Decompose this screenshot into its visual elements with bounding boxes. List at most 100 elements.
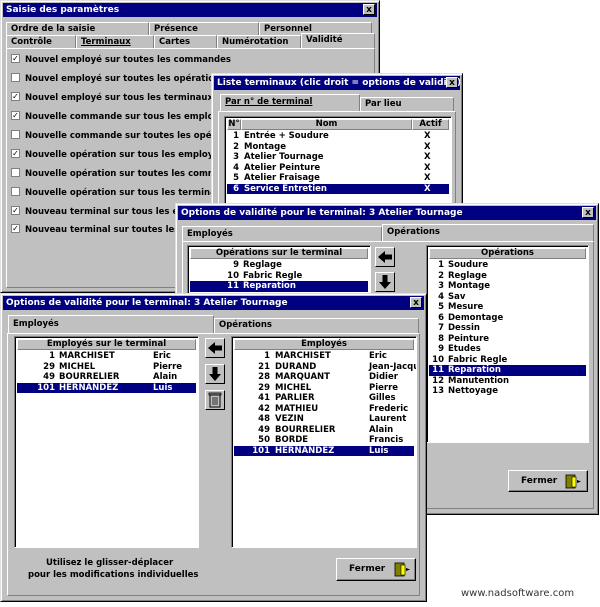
arrow-left-icon bbox=[208, 342, 222, 354]
cell-firstname: Didier bbox=[369, 372, 398, 382]
employees-window-titlebar[interactable]: Options de validité pour le terminal: 3 … bbox=[3, 296, 424, 310]
table-row[interactable]: 3 Atelier Tournage X bbox=[227, 152, 449, 163]
list-item[interactable]: 6 Demontage bbox=[429, 313, 586, 324]
list-item-selected[interactable]: 11 Reparation bbox=[429, 365, 586, 376]
tab-numerotation[interactable]: Numérotation bbox=[217, 35, 301, 48]
table-row[interactable]: 4 Atelier Peinture X bbox=[227, 163, 449, 174]
list-item[interactable]: 1 Soudure bbox=[429, 260, 586, 271]
move-left-button[interactable] bbox=[375, 247, 395, 267]
check-row-7[interactable]: Nouvelle opération sur tous les terminau… bbox=[11, 187, 227, 201]
tab-terminaux[interactable]: Terminaux bbox=[76, 35, 154, 48]
tab-employes[interactable]: Employés bbox=[8, 315, 214, 333]
fermer-button[interactable]: Fermer bbox=[508, 470, 588, 492]
checkbox[interactable]: ✓ bbox=[11, 224, 20, 233]
checkbox[interactable]: ✓ bbox=[11, 111, 20, 120]
list-item[interactable]: 8 Peinture bbox=[429, 334, 586, 345]
list-item[interactable]: 1 MARCHISET Eric bbox=[17, 351, 196, 362]
terminals-table[interactable]: N° Nom Actif 1 Entrée + Soudure X 2 Montage… bbox=[224, 116, 452, 206]
list-item[interactable]: 1 MARCHISET Eric bbox=[234, 351, 414, 362]
close-icon[interactable]: x bbox=[582, 207, 594, 218]
tab-employes[interactable]: Employés bbox=[182, 226, 382, 241]
move-left-button[interactable] bbox=[205, 338, 225, 358]
col-header-no[interactable]: N° bbox=[227, 119, 241, 130]
operations-window-titlebar[interactable]: Options de validité pour le terminal: 3 … bbox=[178, 206, 596, 220]
list-item[interactable]: 3 Montage bbox=[429, 281, 586, 292]
col-header-actif[interactable]: Actif bbox=[412, 119, 449, 130]
website-url: www.nadsoftware.com bbox=[461, 588, 575, 599]
list-item[interactable]: 21 DURAND Jean-Jacqu bbox=[234, 362, 416, 373]
checkbox[interactable]: ✓ bbox=[11, 92, 20, 101]
check-row-2[interactable]: ✓ Nouvel employé sur tous les terminaux bbox=[11, 92, 213, 106]
list-item[interactable]: 29 MICHEL Pierre bbox=[17, 362, 196, 373]
checkbox[interactable] bbox=[11, 73, 20, 82]
operations-list[interactable]: Opérations 1 Soudure 2 Reglage 3 Montage 4S… bbox=[426, 245, 589, 443]
list-item-selected[interactable]: 11 Reparation bbox=[190, 281, 368, 292]
list-item[interactable]: 29 MICHEL Pierre bbox=[234, 383, 414, 394]
employees-list[interactable]: Employés 1 MARCHISET Eric 21 DURAND Jean-Jac… bbox=[231, 336, 417, 548]
operations-list-header[interactable]: Opérations bbox=[429, 248, 586, 259]
cell-no: 11 bbox=[432, 365, 444, 375]
list-item[interactable]: 9 Reglage bbox=[190, 260, 368, 271]
list-item[interactable]: 42 MATHIEU Frederic bbox=[234, 404, 414, 415]
table-row[interactable]: 5 Atelier Fraisage X bbox=[227, 173, 449, 184]
list-item[interactable]: 10 Fabric Regle bbox=[190, 271, 368, 282]
checkbox[interactable] bbox=[11, 168, 20, 177]
fermer-button[interactable]: Fermer bbox=[336, 558, 416, 581]
checkbox[interactable]: ✓ bbox=[11, 149, 20, 158]
table-row[interactable]: 2 Montage X bbox=[227, 142, 449, 153]
list-item[interactable]: 5 Mesure bbox=[429, 302, 586, 313]
check-row-0[interactable]: ✓ Nouvel employé sur toutes les commandes bbox=[11, 54, 231, 68]
tab-par-lieu[interactable]: Par lieu bbox=[360, 97, 454, 111]
terminals-window-titlebar[interactable]: Liste terminaux (clic droit = options de… bbox=[214, 76, 460, 90]
tab-par-numero[interactable]: Par n° de terminal bbox=[220, 94, 360, 111]
tab-cartes[interactable]: Cartes bbox=[154, 35, 217, 48]
table-row[interactable]: 1 Entrée + Soudure X bbox=[227, 131, 449, 142]
list-item[interactable]: 10 Fabric Regle bbox=[429, 355, 586, 366]
terminal-operations-header[interactable]: Opérations sur le terminal bbox=[190, 248, 368, 259]
move-down-button[interactable] bbox=[205, 364, 225, 384]
cell-name: VEZIN bbox=[275, 414, 304, 424]
list-item[interactable]: 49 BOURRELIER Alain bbox=[234, 425, 414, 436]
cell-actif: X bbox=[424, 162, 431, 173]
check-row-5[interactable]: ✓ Nouvelle opération sur tous les employé… bbox=[11, 149, 224, 163]
list-item-selected[interactable]: 101 HERNANDEZ Luis bbox=[17, 382, 196, 393]
tab-controle[interactable]: Contrôle bbox=[6, 35, 76, 48]
list-item[interactable]: 49 BOURRELIER Alain bbox=[17, 372, 196, 383]
trash-button[interactable] bbox=[205, 390, 225, 410]
employees-list-header[interactable]: Employés bbox=[234, 339, 414, 350]
check-row-1[interactable]: Nouvel employé sur toutes les opérations bbox=[11, 73, 225, 87]
move-down-button[interactable] bbox=[375, 272, 395, 292]
table-row-selected[interactable]: 6 Service Entretien X bbox=[227, 183, 449, 194]
drag-drop-hint-line2: pour les modifications individuelles bbox=[28, 570, 199, 580]
cell-no: 13 bbox=[432, 386, 444, 396]
checkbox[interactable] bbox=[11, 187, 20, 196]
terminal-employees-header[interactable]: Employés sur le terminal bbox=[17, 339, 196, 350]
list-item[interactable]: 9 Etudes bbox=[429, 344, 586, 355]
terminal-operations-list[interactable]: Opérations sur le terminal 9 Reglage 10 Fa… bbox=[187, 245, 371, 295]
tab-operations[interactable]: Opérations bbox=[382, 224, 594, 241]
tab-presence[interactable]: Présence bbox=[149, 22, 259, 35]
terminal-employees-list[interactable]: Employés sur le terminal 1 MARCHISET Eric … bbox=[14, 336, 199, 548]
list-item[interactable]: 7 Dessin bbox=[429, 323, 586, 334]
params-window-titlebar[interactable]: Saisie des paramètres x bbox=[3, 3, 377, 17]
checkbox[interactable]: ✓ bbox=[11, 206, 20, 215]
list-item[interactable]: 41 PARLIER Gilles bbox=[234, 393, 414, 404]
tab-ordre-saisie[interactable]: Ordre de la saisie bbox=[6, 22, 149, 35]
list-item[interactable]: 4 Sav bbox=[429, 292, 586, 303]
tab-validite[interactable]: Validité bbox=[301, 33, 375, 48]
list-item[interactable]: 48 VEZIN Laurent bbox=[234, 414, 414, 425]
checkbox[interactable] bbox=[11, 130, 20, 139]
tab-operations[interactable]: Opérations bbox=[214, 318, 419, 333]
close-icon[interactable]: x bbox=[363, 4, 375, 15]
list-item-selected[interactable]: 101 HERNANDEZ Luis bbox=[234, 445, 414, 456]
list-item[interactable]: 13 Nettoyage bbox=[429, 386, 586, 397]
close-icon[interactable]: x bbox=[410, 297, 422, 308]
check-row-3[interactable]: ✓ Nouvelle commande sur tous les employés bbox=[11, 111, 230, 125]
list-item[interactable]: 50 BORDE Francis bbox=[234, 435, 414, 446]
checkbox[interactable]: ✓ bbox=[11, 54, 20, 63]
col-header-nom[interactable]: Nom bbox=[241, 119, 412, 130]
list-item[interactable]: 12 Manutention bbox=[429, 376, 586, 387]
list-item[interactable]: 2 Reglage bbox=[429, 271, 586, 282]
list-item[interactable]: 28 MARQUANT Didier bbox=[234, 372, 414, 383]
close-icon[interactable]: x bbox=[446, 77, 458, 88]
